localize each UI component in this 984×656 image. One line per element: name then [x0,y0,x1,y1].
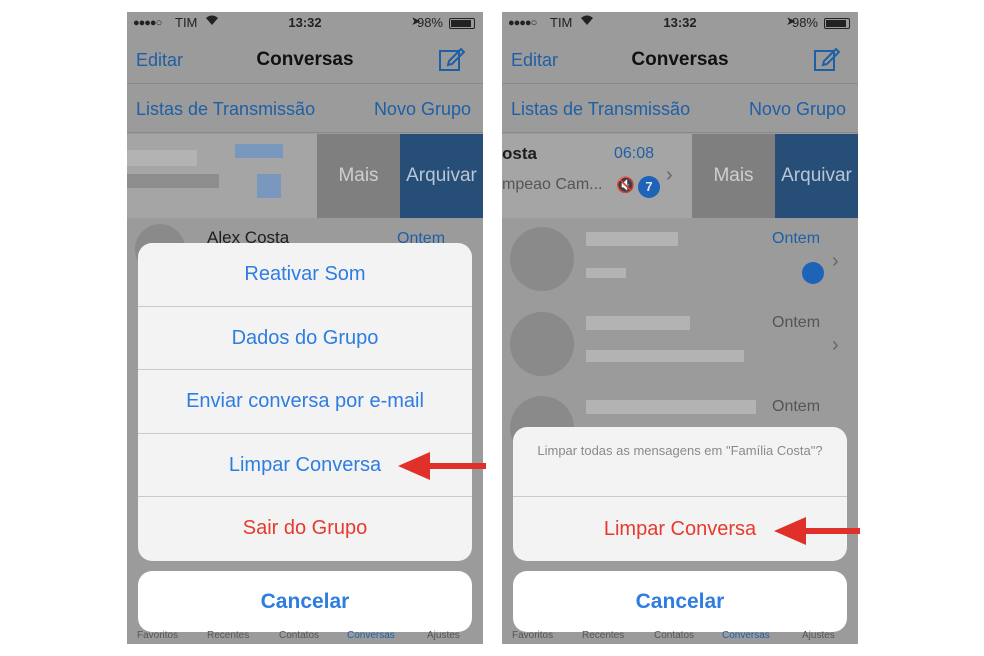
battery-icon [824,18,850,29]
phone-right: ●●●●○ TIM 13:32 ➤ 98% Editar Conversas L… [502,12,858,644]
cancel-button[interactable]: Cancelar [138,571,472,632]
exit-group-button[interactable]: Sair do Grupo [138,497,472,561]
chat-time: Ontem [772,398,821,415]
tab-chats[interactable]: Conversas [347,630,395,641]
confirm-message: Limpar todas as mensagens em "Família Co… [513,427,847,497]
chevron-right-icon: › [666,164,673,186]
broadcast-lists-link[interactable]: Listas de Transmissão [136,99,315,120]
annotation-arrow-left [398,452,486,480]
new-group-link[interactable]: Novo Grupo [749,99,846,120]
blurred-badge [257,174,281,198]
avatar [510,312,574,376]
cancel-button[interactable]: Cancelar [513,571,847,632]
archive-button[interactable]: Arquivar [400,134,483,218]
chevron-right-icon: › [832,250,839,272]
nav-bar: Editar Conversas [127,32,483,84]
chevron-right-icon: › [832,334,839,356]
battery-icon [449,18,475,29]
phone-left: ●●●●○ TIM 13:32 ➤ 98% Editar Conversas L… [127,12,483,644]
chat-name: osta [502,144,537,163]
chat-preview: mpeao Cam... [502,176,603,193]
swiped-chat-row[interactable]: osta 06:08 mpeao Cam... 🔇 7 › Mais Arqui… [502,134,858,218]
page-title: Conversas [256,49,354,70]
chat-time: Ontem [772,314,821,331]
tab-bar: Favoritos Recentes Contatos Conversas Aj… [502,628,858,644]
battery-percent: 98% [791,15,818,30]
blurred-name [127,150,197,166]
blurred-preview [127,174,219,188]
tab-settings[interactable]: Ajustes [427,630,460,641]
archive-button[interactable]: Arquivar [775,134,858,218]
new-group-link[interactable]: Novo Grupo [374,99,471,120]
unmute-button[interactable]: Reativar Som [138,243,472,307]
chat-time: Ontem [772,230,821,247]
arrow-head [398,452,430,480]
page-title: Conversas [631,49,729,70]
action-sheet: Reativar Som Dados do Grupo Enviar conve… [138,243,472,561]
muted-icon: 🔇 [616,177,635,194]
tab-contacts[interactable]: Contatos [279,630,319,641]
chat-time: 06:08 [614,145,655,162]
unread-dot [802,262,824,284]
compose-icon[interactable] [439,47,466,71]
swiped-chat-row[interactable]: Mais Arquivar [127,134,483,218]
email-chat-button[interactable]: Enviar conversa por e-mail [138,370,472,434]
annotation-arrow-right [774,517,860,545]
status-bar: ●●●●○ TIM 13:32 ➤ 98% [127,12,483,32]
battery-percent: 98% [416,15,443,30]
tab-favorites[interactable]: Favoritos [512,630,553,641]
tab-bar: Favoritos Recentes Contatos Conversas Aj… [127,628,483,644]
blurred-name [586,316,690,330]
arrow-shaft [804,528,860,534]
tab-contacts[interactable]: Contatos [654,630,694,641]
broadcast-lists-link[interactable]: Listas de Transmissão [511,99,690,120]
blurred-time [235,144,283,158]
status-bar: ●●●●○ TIM 13:32 ➤ 98% [502,12,858,32]
more-button[interactable]: Mais [692,134,775,218]
more-button[interactable]: Mais [317,134,400,218]
lists-bar: Listas de Transmissão Novo Grupo [127,85,483,133]
blurred-name [586,400,756,414]
tab-settings[interactable]: Ajustes [802,630,835,641]
tab-chats[interactable]: Conversas [722,630,770,641]
blurred-preview [586,268,626,278]
tab-favorites[interactable]: Favoritos [137,630,178,641]
group-info-button[interactable]: Dados do Grupo [138,307,472,370]
compose-icon[interactable] [814,47,841,71]
blurred-name [586,232,678,246]
unread-badge: 7 [638,176,660,198]
tab-recents[interactable]: Recentes [207,630,249,641]
tab-recents[interactable]: Recentes [582,630,624,641]
arrow-head [774,517,806,545]
nav-bar: Editar Conversas [502,32,858,84]
arrow-shaft [428,463,486,469]
avatar [510,227,574,291]
blurred-preview [586,350,744,362]
lists-bar: Listas de Transmissão Novo Grupo [502,85,858,133]
